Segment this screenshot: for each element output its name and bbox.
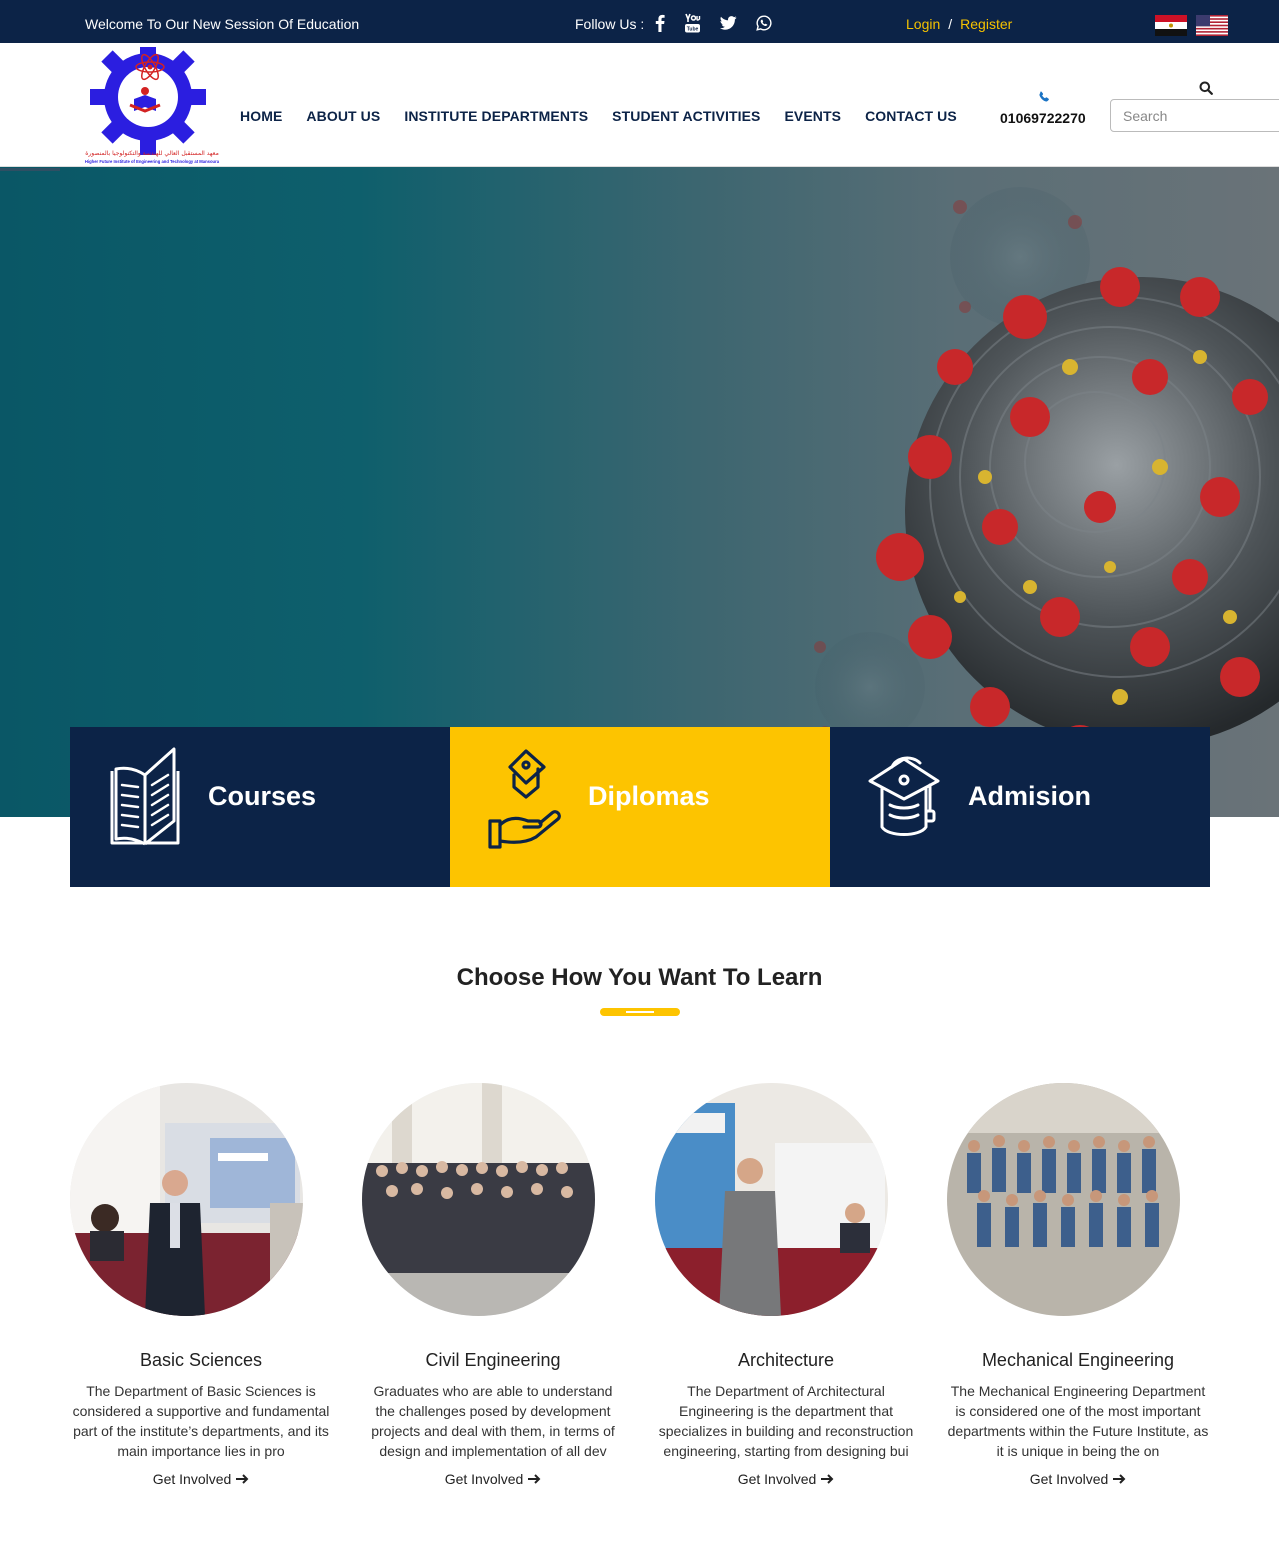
- link-label: Get Involved: [152, 1471, 232, 1487]
- register-link[interactable]: Register: [960, 16, 1012, 32]
- department-card: Mechanical Engineering The Mechanical En…: [947, 1083, 1209, 1489]
- top-bar: Welcome To Our New Session Of Education …: [0, 0, 1279, 43]
- main-nav: HOME ABOUT US INSTITUTE DEPARTMENTS STUD…: [240, 108, 981, 124]
- department-card: Architecture The Department of Architect…: [655, 1083, 917, 1489]
- department-name[interactable]: Architecture: [655, 1350, 917, 1371]
- feature-label: Admision: [968, 781, 1092, 811]
- feature-label: Courses: [208, 781, 317, 811]
- diploma-icon: [488, 745, 562, 849]
- phone-number[interactable]: 01069722270: [1000, 110, 1086, 126]
- link-label: Get Involved: [737, 1471, 817, 1487]
- graduation-cap-icon: [868, 745, 942, 849]
- hero-accent-line: [0, 168, 60, 171]
- egypt-flag-icon[interactable]: [1155, 15, 1187, 36]
- nav-institute-departments[interactable]: INSTITUTE DEPARTMENTS: [404, 108, 588, 124]
- search-input[interactable]: [1110, 99, 1279, 132]
- department-photo[interactable]: [70, 1083, 303, 1316]
- site-header: معهد المستقبل العالي للهندسة والتكنولوجي…: [0, 39, 1279, 167]
- department-card: Basic Sciences The Department of Basic S…: [70, 1083, 332, 1489]
- feature-label: Diplomas: [588, 781, 710, 811]
- nav-about-us[interactable]: ABOUT US: [306, 108, 380, 124]
- department-name[interactable]: Basic Sciences: [70, 1350, 332, 1371]
- svg-text:معهد المستقبل العالي للهندسة و: معهد المستقبل العالي للهندسة والتكنولوجي…: [85, 150, 219, 157]
- get-involved-link[interactable]: Get Involved: [445, 1471, 542, 1487]
- book-icon: [108, 745, 182, 849]
- department-description: The Department of Architectural Engineer…: [658, 1383, 914, 1459]
- auth-links: Login / Register: [906, 16, 1012, 32]
- search-icon[interactable]: [1199, 81, 1213, 100]
- get-involved-link[interactable]: Get Involved: [738, 1471, 835, 1487]
- twitter-icon[interactable]: [719, 12, 737, 34]
- nav-events[interactable]: EVENTS: [784, 108, 841, 124]
- nav-student-activities[interactable]: STUDENT ACTIVITIES: [612, 108, 760, 124]
- section-title: Choose How You Want To Learn: [456, 964, 823, 991]
- department-name[interactable]: Mechanical Engineering: [947, 1350, 1209, 1371]
- whatsapp-icon[interactable]: [755, 12, 773, 34]
- feature-boxes: Courses Diplomas Admision: [70, 727, 1210, 887]
- get-involved-link[interactable]: Get Involved: [153, 1471, 250, 1487]
- arrow-right-icon: [236, 1471, 249, 1487]
- follow-us-label: Follow Us :: [575, 16, 645, 32]
- nav-home[interactable]: HOME: [240, 108, 282, 124]
- institute-logo[interactable]: معهد المستقبل العالي للهندسة والتكنولوجي…: [70, 39, 234, 167]
- link-label: Get Involved: [1029, 1471, 1109, 1487]
- title-underline: [600, 1008, 680, 1016]
- hero-banner: [0, 167, 1279, 817]
- welcome-message: Welcome To Our New Session Of Education: [85, 16, 360, 32]
- department-photo[interactable]: [362, 1083, 595, 1316]
- feature-courses[interactable]: Courses: [70, 727, 450, 887]
- facebook-icon[interactable]: [652, 12, 668, 34]
- phone-icon: [1038, 90, 1050, 108]
- login-link[interactable]: Login: [906, 16, 940, 32]
- auth-separator: /: [948, 16, 953, 32]
- virus-illustration: [814, 187, 1279, 769]
- arrow-right-icon: [821, 1471, 834, 1487]
- department-description: The Department of Basic Sciences is cons…: [72, 1383, 330, 1459]
- department-photo[interactable]: [655, 1083, 888, 1316]
- link-label: Get Involved: [444, 1471, 524, 1487]
- usa-flag-icon[interactable]: [1196, 15, 1228, 36]
- svg-text:Tube: Tube: [686, 27, 698, 33]
- department-description: The Mechanical Engineering Department is…: [947, 1383, 1209, 1459]
- department-description: Graduates who are able to understand the…: [371, 1383, 615, 1459]
- department-name[interactable]: Civil Engineering: [362, 1350, 624, 1371]
- get-involved-link[interactable]: Get Involved: [1030, 1471, 1127, 1487]
- arrow-right-icon: [1113, 1471, 1126, 1487]
- department-card: Civil Engineering Graduates who are able…: [362, 1083, 624, 1489]
- feature-diplomas[interactable]: Diplomas: [450, 727, 830, 887]
- nav-contact-us[interactable]: CONTACT US: [865, 108, 957, 124]
- youtube-icon[interactable]: Tube: [683, 12, 701, 34]
- feature-admision[interactable]: Admision: [830, 727, 1210, 887]
- department-photo[interactable]: [947, 1083, 1180, 1316]
- svg-text:Higher Future Institute of Eng: Higher Future Institute of Engineering a…: [85, 159, 220, 164]
- arrow-right-icon: [528, 1471, 541, 1487]
